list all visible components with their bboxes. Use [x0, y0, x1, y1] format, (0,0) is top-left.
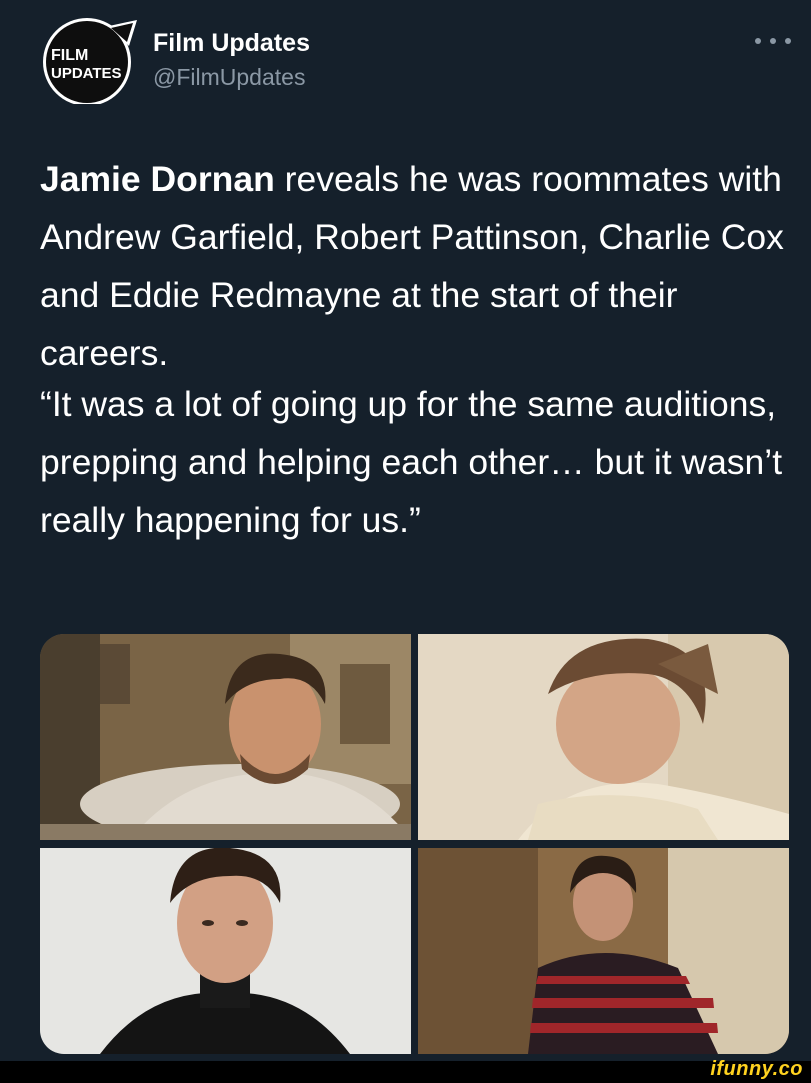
photo-2[interactable] — [418, 634, 789, 840]
portrait-photo-icon — [40, 634, 411, 840]
portrait-photo-icon — [40, 848, 411, 1054]
footer-bar — [0, 1061, 811, 1083]
tweet-text: Jamie Dornan reveals he was roommates wi… — [40, 150, 790, 382]
portrait-photo-icon — [418, 634, 789, 840]
photo-3[interactable] — [40, 848, 411, 1054]
photo-grid — [40, 634, 789, 1054]
tweet-quote: “It was a lot of going up for the same a… — [40, 384, 783, 540]
film-updates-logo-icon: FILM UPDATES — [43, 18, 137, 106]
photo-4[interactable] — [418, 848, 789, 1054]
photo-1[interactable] — [40, 634, 411, 840]
more-options-icon[interactable] — [755, 34, 791, 48]
portrait-photo-icon — [418, 848, 789, 1054]
svg-text:FILM: FILM — [51, 47, 88, 64]
avatar[interactable]: FILM UPDATES — [37, 12, 139, 106]
user-handle[interactable]: @FilmUpdates — [153, 64, 305, 91]
svg-text:UPDATES: UPDATES — [51, 65, 122, 82]
ifunny-watermark: ifunny.co — [710, 1058, 803, 1080]
tweet-bold-lead: Jamie Dornan — [40, 159, 275, 199]
display-name[interactable]: Film Updates — [153, 29, 310, 58]
